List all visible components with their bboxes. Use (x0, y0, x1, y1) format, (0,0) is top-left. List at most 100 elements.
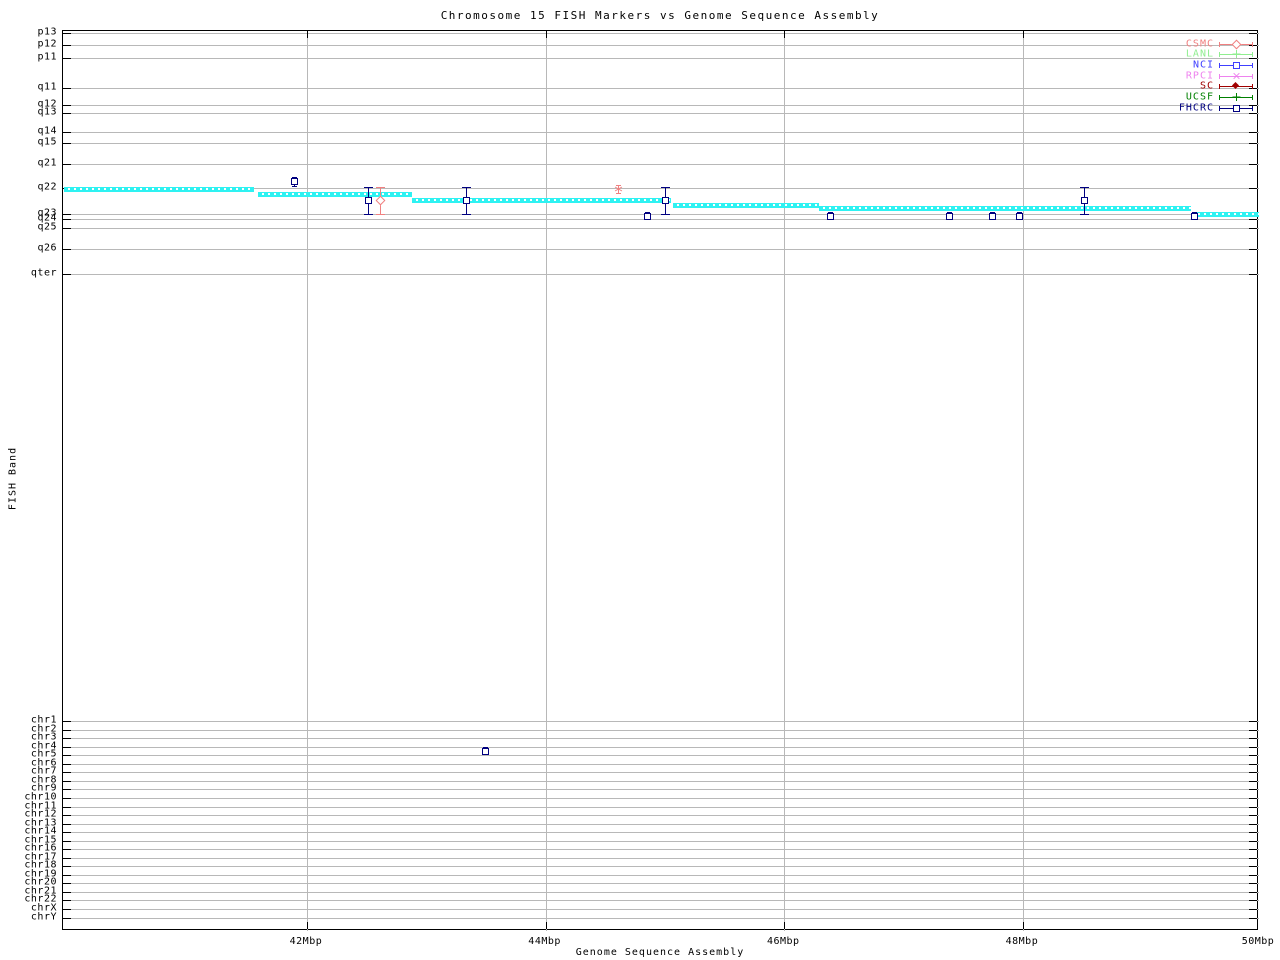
assembly-segment (673, 202, 819, 208)
legend-sample-cap-left (1219, 52, 1220, 58)
grid-line-h (63, 755, 1259, 757)
point-marker-square (1233, 62, 1240, 70)
y-tick-right (1249, 58, 1257, 59)
y-tick-label: q22 (37, 181, 57, 193)
y-tick-left (63, 755, 71, 757)
y-tick-left (63, 866, 71, 868)
y-tick-left (63, 917, 71, 919)
y-tick-left (63, 883, 71, 885)
y-tick-left (63, 113, 71, 114)
y-tick-right (1249, 909, 1257, 910)
assembly-segment (818, 205, 1192, 211)
y-tick-left (63, 823, 71, 825)
point-marker-square (1233, 104, 1240, 112)
y-tick-left (63, 815, 71, 816)
point-marker-square (661, 197, 669, 205)
y-tick-right (1249, 857, 1257, 859)
error-bar-cap-bottom (375, 214, 385, 215)
y-tick-right (1249, 866, 1257, 868)
y-tick-left (63, 58, 71, 59)
y-tick-right (1249, 88, 1257, 89)
y-tick-left (63, 228, 71, 229)
legend-sample-cap-right (1252, 84, 1253, 90)
point-marker-square (290, 178, 298, 185)
grid-line-h (63, 780, 1259, 782)
y-tick-right (1249, 143, 1257, 144)
x-tick-bottom (1022, 922, 1024, 929)
y-tick-right (1249, 33, 1257, 34)
y-tick-left (63, 274, 71, 275)
y-tick-right (1249, 188, 1257, 189)
x-tick-top (784, 31, 786, 38)
error-bar-cap-bottom (660, 214, 670, 215)
legend-label-fhcrc: FHCRC (1178, 102, 1214, 114)
grid-line-h (63, 823, 1259, 825)
grid-line-h (63, 729, 1259, 731)
y-tick-right (1249, 228, 1257, 229)
y-tick-left (63, 900, 71, 902)
legend-label-rpci: RPCI (1185, 70, 1214, 82)
y-tick-right (1249, 164, 1257, 165)
grid-line-h (63, 132, 1259, 133)
error-bar-cap-top (660, 187, 670, 188)
y-tick-right (1249, 746, 1257, 748)
grid-line-h (63, 219, 1259, 220)
point-marker-square (1080, 197, 1088, 205)
grid-line-h (63, 772, 1259, 774)
point-marker-square (1016, 212, 1024, 220)
grid-line-h (63, 815, 1259, 816)
y-tick-left (63, 214, 71, 215)
y-tick-label: q26 (37, 242, 57, 254)
grid-line-h (63, 721, 1259, 722)
y-tick-label: chrY (30, 911, 57, 922)
y-tick-right (1249, 891, 1257, 893)
grid-line-h (63, 909, 1259, 910)
grid-line-h (63, 900, 1259, 902)
y-tick-right (1249, 721, 1257, 722)
y-tick-label: q25 (37, 221, 57, 233)
legend-sample-cap-left (1219, 73, 1220, 79)
grid-line-h (63, 857, 1259, 859)
y-tick-left (63, 88, 71, 89)
y-tick-left (63, 772, 71, 774)
grid-line-h (63, 228, 1259, 229)
legend-label-csmc: CSMC (1185, 38, 1214, 50)
y-tick-right (1249, 780, 1257, 782)
y-tick-label: q15 (37, 136, 57, 148)
grid-line-h (63, 866, 1259, 868)
legend-sample-cap-right (1252, 105, 1253, 111)
legend-sample-cap-right (1252, 63, 1253, 69)
y-tick-left (63, 832, 71, 834)
y-tick-left (63, 891, 71, 893)
y-tick-right (1249, 815, 1257, 816)
x-tick-bottom (306, 922, 308, 929)
y-tick-left (63, 797, 71, 799)
assembly-segment-dashes (411, 198, 671, 201)
grid-line-h (63, 849, 1259, 851)
y-tick-left (63, 45, 71, 46)
y-tick-right (1249, 849, 1257, 851)
error-bar-cap-bottom (363, 214, 373, 215)
y-tick-right (1249, 772, 1257, 774)
y-tick-right (1249, 45, 1257, 46)
grid-line-v (1022, 31, 1024, 931)
assembly-segment (63, 187, 255, 192)
grid-line-h (63, 58, 1259, 59)
grid-line-h (63, 891, 1259, 893)
x-tick-label: 50Mbp (1241, 936, 1275, 947)
error-bar-cap-bottom (616, 193, 622, 194)
grid-line-v (545, 31, 547, 931)
legend-sample-cap-right (1252, 41, 1253, 47)
grid-line-h (63, 143, 1259, 144)
x-tick-top (545, 31, 547, 38)
error-bar-cap-bottom (1079, 214, 1089, 215)
assembly-segment-dashes (673, 203, 819, 206)
grid-line-h (63, 274, 1259, 275)
grid-line-h (63, 874, 1259, 876)
grid-line-h (63, 249, 1259, 250)
legend-sample-cap-left (1219, 63, 1220, 69)
grid-line-h (63, 738, 1259, 740)
error-bar-cap-top (363, 187, 373, 188)
y-tick-right (1249, 219, 1257, 220)
y-tick-left (63, 763, 71, 765)
